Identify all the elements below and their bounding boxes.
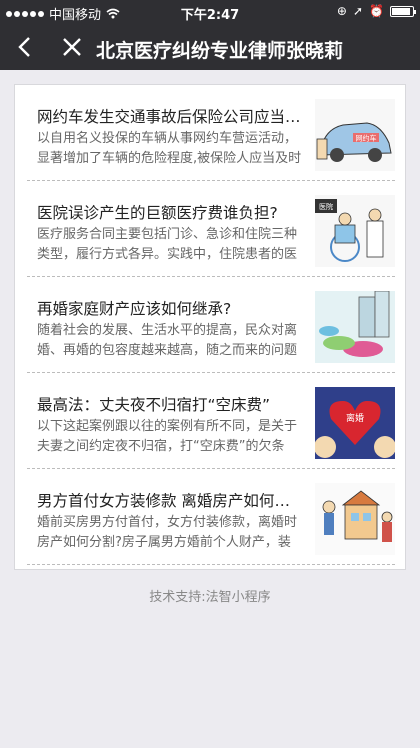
location-icon: ➚ — [352, 4, 364, 18]
car-illustration: 网约车 — [316, 122, 392, 162]
article-summary: 婚前买房男方付首付，女方付装修款，离婚时房产如何分割?房子属男方婚前个人财产，装… — [37, 515, 298, 550]
article-item[interactable]: 网约车发生交通事故后保险公司应当赔偿吗？ 以自用名义投保的车辆从事网约车营运活动… — [27, 85, 395, 181]
chevron-left-icon — [18, 37, 30, 57]
article-list: 网约车发生交通事故后保险公司应当赔偿吗？ 以自用名义投保的车辆从事网约车营运活动… — [14, 84, 406, 570]
article-title[interactable]: 最高法：丈夫夜不归宿打“空床费” — [37, 393, 301, 415]
article-title[interactable]: 再婚家庭财产应该如何继承? — [37, 297, 301, 319]
article-thumbnail[interactable]: 离婚 — [315, 387, 395, 459]
article-summary: 以自用名义投保的车辆从事网约车营运活动，显著增加了车辆的危险程度,被保险人应当及… — [37, 131, 302, 166]
article-item[interactable]: 医院误诊产生的巨额医疗费谁负担? 医疗服务合同主要包括门诊、急诊和住院三种类型，… — [27, 181, 395, 277]
page-title: 北京医疗纠纷专业律师张晓莉 — [96, 40, 344, 62]
svg-text:离婚: 离婚 — [346, 412, 364, 424]
article-summary: 医疗服务合同主要包括门诊、急诊和住院三种类型，履行方式各异。实践中，住院患者的医… — [37, 227, 298, 262]
close-icon — [63, 38, 81, 56]
article-summary: 以下这起案例跟以往的案例有所不同，是关于夫妻之间约定夜不归宿，打“空床费”的欠条 — [37, 419, 298, 454]
back-button[interactable] — [10, 32, 38, 62]
divorce-illustration: 离婚 — [315, 387, 395, 459]
tech-support-footer: 技术支持:法智小程序 — [149, 590, 271, 605]
house-illustration — [315, 483, 395, 555]
article-thumbnail[interactable] — [315, 483, 395, 555]
nav-bar: 北京医疗纠纷专业律师张晓莉 — [0, 24, 420, 70]
article-summary: 随着社会的发展、生活水平的提高，民众对离婚、再婚的包容度越来越高，随之而来的问题… — [37, 323, 298, 358]
article-title[interactable]: 男方首付女方装修款 离婚房产如何分割？ — [37, 489, 301, 511]
alarm-icon: ⏰ — [369, 4, 384, 18]
status-icons: ⊕ ➚ ⏰ — [336, 4, 416, 18]
inheritance-illustration — [315, 291, 395, 363]
battery-icon — [390, 5, 416, 17]
article-item[interactable]: 再婚家庭财产应该如何继承? 随着社会的发展、生活水平的提高，民众对离婚、再婚的包… — [27, 277, 395, 373]
article-thumbnail[interactable]: 网约车 — [315, 99, 395, 171]
article-title[interactable]: 医院误诊产生的巨额医疗费谁负担? — [37, 201, 301, 223]
article-thumbnail[interactable] — [315, 291, 395, 363]
hospital-illustration: 医院 — [315, 199, 384, 262]
rotation-lock-icon: ⊕ — [336, 4, 347, 18]
article-item[interactable]: 男方首付女方装修款 离婚房产如何分割？ 婚前买房男方付首付，女方付装修款，离婚时… — [27, 469, 395, 565]
status-bar: 中国移动 下午2:47 ⊕ ➚ ⏰ — [0, 0, 420, 24]
svg-text:医院: 医院 — [319, 202, 333, 211]
article-title[interactable]: 网约车发生交通事故后保险公司应当赔偿吗？ — [37, 105, 301, 127]
svg-text:网约车: 网约车 — [356, 134, 377, 143]
article-thumbnail[interactable]: 医院 — [315, 195, 395, 267]
close-button[interactable] — [58, 32, 86, 62]
article-item[interactable]: 最高法：丈夫夜不归宿打“空床费” 以下这起案例跟以往的案例有所不同，是关于夫妻之… — [27, 373, 395, 469]
